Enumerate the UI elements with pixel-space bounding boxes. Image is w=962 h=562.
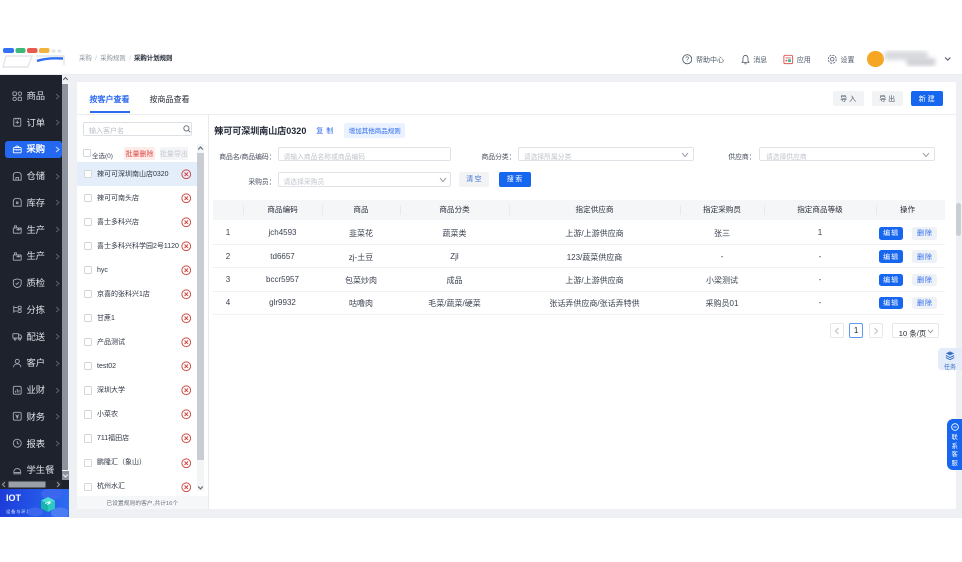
svg-text:?: ? [685, 57, 689, 64]
